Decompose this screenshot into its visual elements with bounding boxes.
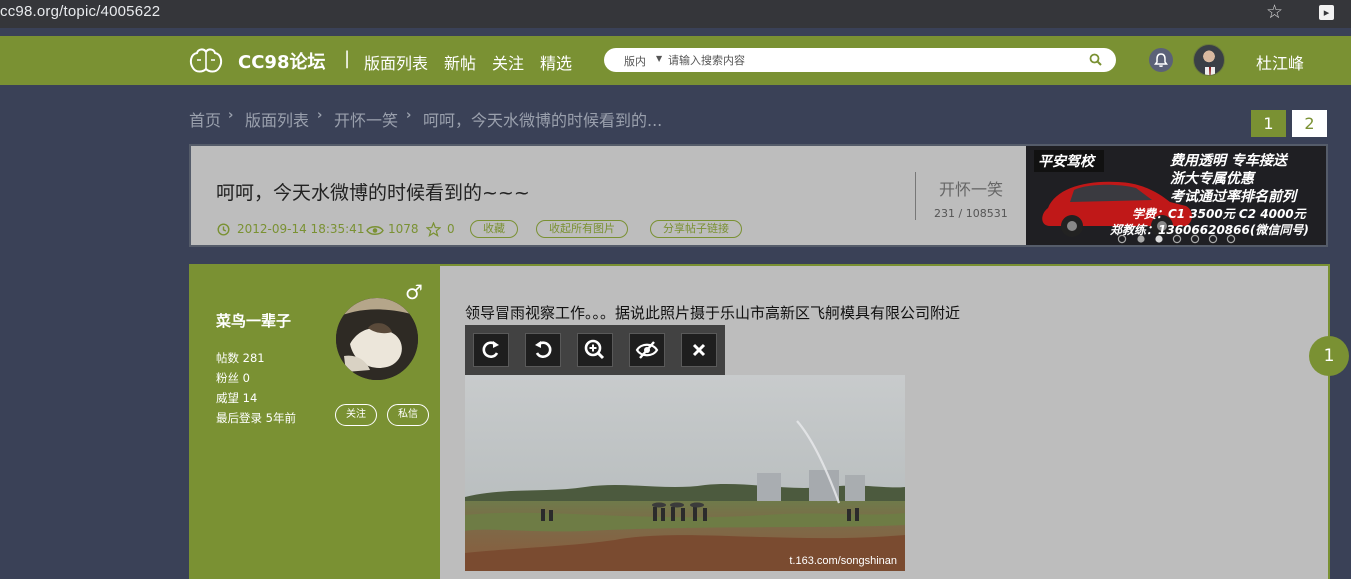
- rotate-clockwise-icon[interactable]: [473, 333, 509, 367]
- ad-banner[interactable]: 平安驾校 费用透明 专车接送 浙大专属优惠 考试通过率排名前列 学费：C1 35…: [1026, 146, 1326, 245]
- nav-following[interactable]: 关注: [492, 50, 524, 74]
- divider: [915, 172, 916, 220]
- chevron-right-icon: ›: [406, 108, 412, 123]
- ad-line-3: 考试通过率排名前列: [1170, 189, 1296, 205]
- star-icon: [426, 222, 441, 237]
- ad-line-2: 浙大专属优惠: [1170, 171, 1254, 187]
- post: 菜鸟一辈子 ♂ 帖数 281 粉丝 0 威望 14 最后登录 5年前 关注 私信…: [189, 264, 1330, 579]
- message-button[interactable]: 私信: [387, 404, 429, 426]
- rotate-counterclockwise-icon[interactable]: [525, 333, 561, 367]
- floor-number[interactable]: 1: [1309, 336, 1349, 376]
- stat-prestige: 威望 14: [216, 391, 258, 405]
- topic-views: 1078: [388, 222, 419, 236]
- zoom-in-icon[interactable]: [577, 333, 613, 367]
- bookmark-star-icon[interactable]: ☆: [1266, 1, 1283, 23]
- close-icon[interactable]: [681, 333, 717, 367]
- post-user-avatar[interactable]: [336, 298, 418, 380]
- image-toolbar: [465, 325, 725, 375]
- topic-datetime: 2012-09-14 18:35:41: [237, 222, 365, 236]
- extension-icon[interactable]: ▸: [1319, 5, 1334, 20]
- follow-button[interactable]: 关注: [335, 404, 377, 426]
- chevron-right-icon: ›: [228, 108, 234, 123]
- notification-bell-icon[interactable]: [1149, 48, 1173, 72]
- topic-title: 呵呵，今天水微博的时候看到的~~~: [216, 182, 530, 204]
- chevron-down-icon[interactable]: ▼: [656, 54, 662, 63]
- male-icon: ♂: [405, 280, 423, 304]
- browser-address-bar: cc98.org/topic/4005622 ☆ ▸: [0, 0, 1351, 28]
- current-username[interactable]: 杜江峰: [1256, 50, 1304, 74]
- image-watermark: t.163.com/songshinan: [789, 555, 897, 567]
- breadcrumb-board-list[interactable]: 版面列表: [245, 107, 309, 131]
- stat-posts: 帖数 281: [216, 351, 265, 365]
- breadcrumb-topic: 呵呵，今天水微博的时候看到的...: [423, 111, 663, 130]
- eye-icon: [366, 226, 384, 235]
- cc98-logo-icon[interactable]: [189, 48, 223, 74]
- user-panel: 菜鸟一辈子 ♂ 帖数 281 粉丝 0 威望 14 最后登录 5年前 关注 私信: [191, 266, 440, 579]
- post-content: 领导冒雨视察工作。。。据说此照片摄于乐山市高新区飞舸模具有限公司附近: [465, 304, 961, 322]
- post-image[interactable]: t.163.com/songshinan: [465, 375, 905, 571]
- topic-favorites: 0: [447, 222, 455, 236]
- search-input[interactable]: [668, 51, 1078, 69]
- top-nav: CC98论坛 | 版面列表 新帖 关注 精选 版内 ▼ 杜江峰: [0, 36, 1351, 85]
- page-1-button[interactable]: 1: [1251, 110, 1286, 137]
- address-url[interactable]: cc98.org/topic/4005622: [0, 3, 160, 20]
- nav-featured[interactable]: 精选: [540, 50, 572, 74]
- post-username[interactable]: 菜鸟一辈子: [216, 310, 291, 331]
- clock-icon: [217, 223, 230, 236]
- ad-brand: 平安驾校: [1038, 154, 1094, 170]
- board-post-count: 231 / 108531: [934, 207, 1008, 220]
- nav-new-posts[interactable]: 新帖: [444, 50, 476, 74]
- stat-fans: 粉丝 0: [216, 371, 250, 385]
- breadcrumb-board[interactable]: 开怀一笑: [334, 107, 398, 131]
- search-bar: 版内 ▼: [604, 48, 1116, 72]
- collapse-images-button[interactable]: 收起所有图片: [536, 220, 628, 238]
- ad-line-1: 费用透明 专车接送: [1170, 153, 1287, 169]
- stat-last-login: 最后登录 5年前: [216, 411, 296, 425]
- topic-header: 呵呵，今天水微博的时候看到的~~~ 2012-09-14 18:35:41 10…: [189, 144, 1328, 247]
- share-link-button[interactable]: 分享帖子链接: [650, 220, 742, 238]
- nav-separator: |: [344, 48, 351, 69]
- search-icon[interactable]: [1089, 53, 1102, 66]
- nav-board-list[interactable]: 版面列表: [364, 50, 428, 74]
- hide-image-icon[interactable]: [629, 333, 665, 367]
- brand-title[interactable]: CC98论坛: [238, 48, 325, 74]
- board-name[interactable]: 开怀一笑: [939, 176, 1003, 200]
- ad-contact: 郑教练：13606620866(微信同号): [1110, 223, 1309, 237]
- page-2-button[interactable]: 2: [1292, 110, 1327, 137]
- ad-fee: 学费：C1 3500元 C2 4000元: [1132, 207, 1306, 221]
- user-avatar[interactable]: [1193, 44, 1225, 76]
- breadcrumb-home[interactable]: 首页: [189, 107, 221, 131]
- search-scope-select[interactable]: 版内: [624, 53, 646, 69]
- chevron-right-icon: ›: [317, 108, 323, 123]
- favorite-button[interactable]: 收藏: [470, 220, 518, 238]
